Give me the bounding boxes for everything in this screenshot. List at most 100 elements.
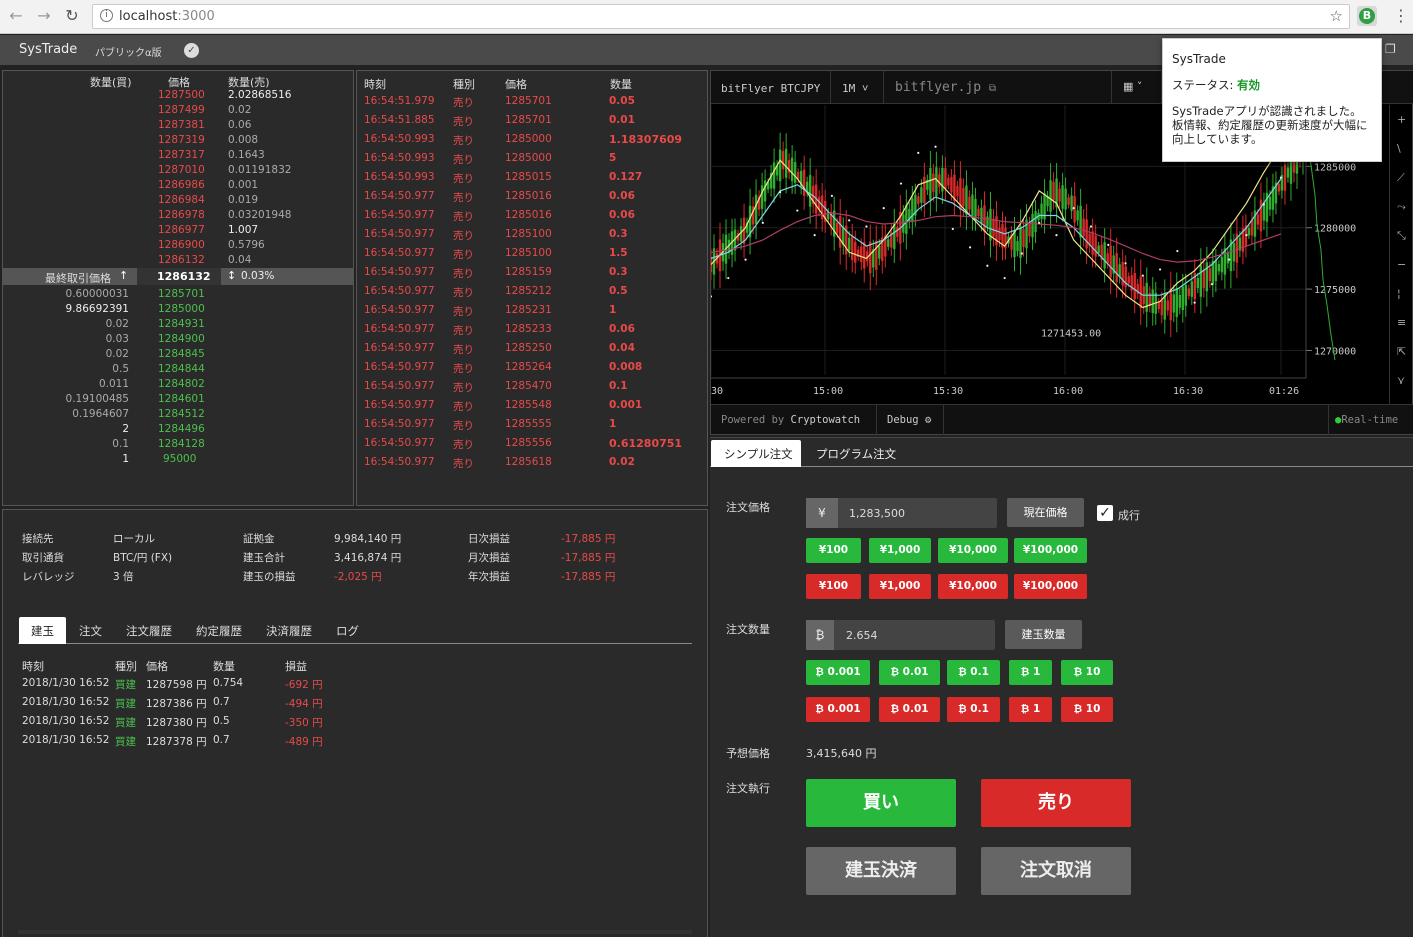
qty-input[interactable]: ₿ 2.654 bbox=[806, 620, 995, 650]
extension-button[interactable]: B bbox=[1357, 6, 1377, 26]
bid-row[interactable]: 0.03 1284900 bbox=[3, 333, 353, 348]
bid-row[interactable]: 2 1284496 bbox=[3, 423, 353, 438]
position-row[interactable]: 2018/1/30 16:52 買建 1287598 円 0.754 -692 円 bbox=[22, 677, 352, 696]
position-qty-button[interactable]: 建玉数量 bbox=[1005, 620, 1082, 649]
draw-tool-icon[interactable]: ⤳ bbox=[1397, 200, 1406, 214]
close-position-button[interactable]: 建玉決済 bbox=[806, 847, 956, 895]
draw-tool-icon[interactable]: ≡ bbox=[1397, 316, 1406, 329]
increase-button[interactable]: ₿ 10 bbox=[1061, 660, 1113, 685]
price-input[interactable]: ¥ 1,283,500 bbox=[806, 498, 997, 528]
debug-button[interactable]: Debug ⚙ bbox=[887, 414, 931, 426]
bottom-tab[interactable]: 注文 bbox=[79, 623, 102, 639]
candle-body bbox=[1184, 284, 1187, 306]
increase-button[interactable]: ₿ 0.001 bbox=[806, 660, 870, 685]
increase-button[interactable]: ₿ 0.01 bbox=[879, 660, 940, 685]
draw-tool-icon[interactable]: ⋎ bbox=[1397, 374, 1405, 387]
increase-button[interactable]: ¥10,000 bbox=[938, 538, 1008, 563]
draw-tool-icon[interactable]: ⇱ bbox=[1397, 345, 1406, 358]
market-label[interactable]: bitFlyer BTCJPY bbox=[721, 82, 820, 95]
draw-tool-icon[interactable]: + bbox=[1397, 113, 1406, 126]
buy-button[interactable]: 買い bbox=[806, 779, 956, 827]
bottom-tab[interactable]: 注文履歴 bbox=[126, 623, 172, 639]
bid-row[interactable]: 0.02 1284931 bbox=[3, 318, 353, 333]
forward-icon[interactable]: → bbox=[34, 6, 54, 26]
decrease-button[interactable]: ₿ 0.01 bbox=[879, 697, 940, 722]
cancel-order-button[interactable]: 注文取消 bbox=[981, 847, 1131, 895]
tab-simple-order[interactable]: シンプル注文 bbox=[711, 440, 801, 467]
trade-row: 16:54:50.977 売り 1285470 0.1 bbox=[357, 380, 707, 399]
ask-row[interactable]: 1286986 0.001 bbox=[3, 179, 353, 194]
back-icon[interactable]: ← bbox=[6, 6, 26, 26]
position-row[interactable]: 2018/1/30 16:52 買建 1287378 円 0.7 -489 円 bbox=[22, 734, 352, 753]
ask-row[interactable]: 1286984 0.019 bbox=[3, 194, 353, 209]
account-key: 建玉の損益 bbox=[243, 571, 296, 583]
tab-positions[interactable]: 建玉 bbox=[19, 617, 66, 644]
ask-row[interactable]: 1287317 0.1643 bbox=[3, 149, 353, 164]
draw-tool-icon[interactable]: − bbox=[1397, 258, 1406, 271]
reload-icon[interactable]: ↻ bbox=[62, 6, 82, 26]
draw-tool-icon[interactable]: ¦ bbox=[1397, 287, 1401, 300]
bid-row[interactable]: 0.19100485 1284601 bbox=[3, 393, 353, 408]
increase-button[interactable]: ¥100 bbox=[806, 538, 861, 563]
last-change: 0.03% bbox=[241, 270, 275, 282]
decrease-button[interactable]: ¥10,000 bbox=[938, 574, 1008, 599]
trade-time: 16:54:50.977 bbox=[364, 304, 435, 316]
horizontal-scrollbar[interactable] bbox=[18, 930, 692, 934]
ask-row[interactable]: 1286900 0.5796 bbox=[3, 239, 353, 254]
menu-icon[interactable]: ⋮ bbox=[1393, 6, 1409, 26]
bid-row[interactable]: 0.60000031 1285701 bbox=[3, 288, 353, 303]
decrease-button[interactable]: ₿ 0.1 bbox=[947, 697, 1000, 722]
ask-row[interactable]: 1287499 0.02 bbox=[3, 104, 353, 119]
trade-price: 1285264 bbox=[505, 361, 552, 373]
current-price-button[interactable]: 現在価格 bbox=[1007, 498, 1084, 527]
position-row[interactable]: 2018/1/30 16:52 買建 1287380 円 0.5 -350 円 bbox=[22, 715, 352, 734]
star-icon[interactable]: ☆ bbox=[1330, 7, 1343, 25]
bottom-tab[interactable]: 約定履歴 bbox=[196, 623, 242, 639]
address-bar[interactable]: i localhost:3000 ☆ bbox=[92, 4, 1350, 29]
trade-price: 1285016 bbox=[505, 190, 552, 202]
ask-row[interactable]: 1287319 0.008 bbox=[3, 134, 353, 149]
decrease-button[interactable]: ¥1,000 bbox=[869, 574, 931, 599]
interval-select[interactable]: 1M ˅ bbox=[842, 82, 868, 96]
bottom-tab[interactable]: ログ bbox=[336, 623, 359, 639]
market-order-checkbox[interactable]: ✓ bbox=[1097, 505, 1113, 521]
info-icon[interactable]: i bbox=[100, 9, 113, 22]
increase-button[interactable]: ₿ 1 bbox=[1009, 660, 1052, 685]
bid-row[interactable]: 0.02 1284845 bbox=[3, 348, 353, 363]
trade-row: 16:54:50.977 売り 1285618 0.02 bbox=[357, 456, 707, 475]
bid-row[interactable]: 1 95000 bbox=[3, 453, 353, 468]
decrease-button[interactable]: ₿ 10 bbox=[1061, 697, 1113, 722]
draw-tool-icon[interactable]: ⟋ bbox=[1397, 171, 1405, 185]
chart-type-icon[interactable]: ▦ ˅ bbox=[1123, 80, 1142, 93]
draw-tool-icon[interactable]: \ bbox=[1397, 142, 1401, 155]
bid-row[interactable]: 0.011 1284802 bbox=[3, 378, 353, 393]
ask-row[interactable]: 1286977 1.007 bbox=[3, 224, 353, 239]
candle-body bbox=[905, 205, 908, 235]
ask-row[interactable]: 1287381 0.06 bbox=[3, 119, 353, 134]
tab-program-order[interactable]: プログラム注文 bbox=[816, 446, 896, 462]
candle-body bbox=[754, 194, 758, 224]
ask-row[interactable]: 1287500 2.02868516 bbox=[3, 89, 353, 104]
ask-row[interactable]: 1286978 0.03201948 bbox=[3, 209, 353, 224]
candle-body bbox=[935, 167, 938, 197]
bid-row[interactable]: 9.86692391 1285000 bbox=[3, 303, 353, 318]
position-row[interactable]: 2018/1/30 16:52 買建 1287386 円 0.7 -494 円 bbox=[22, 696, 352, 715]
decrease-button[interactable]: ¥100,000 bbox=[1014, 574, 1087, 599]
bid-row[interactable]: 0.1964607 1284512 bbox=[3, 408, 353, 423]
bottom-tab[interactable]: 決済履歴 bbox=[266, 623, 312, 639]
draw-tool-icon[interactable]: ⤡ bbox=[1397, 229, 1406, 243]
window-icon[interactable]: ❐ bbox=[1385, 42, 1396, 56]
ask-row[interactable]: 1286132 0.04 bbox=[3, 254, 353, 269]
increase-button[interactable]: ¥100,000 bbox=[1014, 538, 1087, 563]
exchange-link[interactable]: bitflyer.jp ⧉ bbox=[895, 80, 996, 95]
sell-button[interactable]: 売り bbox=[981, 779, 1131, 827]
increase-button[interactable]: ¥1,000 bbox=[869, 538, 931, 563]
increase-button[interactable]: ₿ 0.1 bbox=[947, 660, 1000, 685]
decrease-button[interactable]: ¥100 bbox=[806, 574, 861, 599]
sar-dot bbox=[1158, 268, 1162, 271]
bid-row[interactable]: 0.5 1284844 bbox=[3, 363, 353, 378]
bid-row[interactable]: 0.1 1284128 bbox=[3, 438, 353, 453]
decrease-button[interactable]: ₿ 0.001 bbox=[806, 697, 870, 722]
ask-row[interactable]: 1287010 0.01191832 bbox=[3, 164, 353, 179]
decrease-button[interactable]: ₿ 1 bbox=[1009, 697, 1052, 722]
